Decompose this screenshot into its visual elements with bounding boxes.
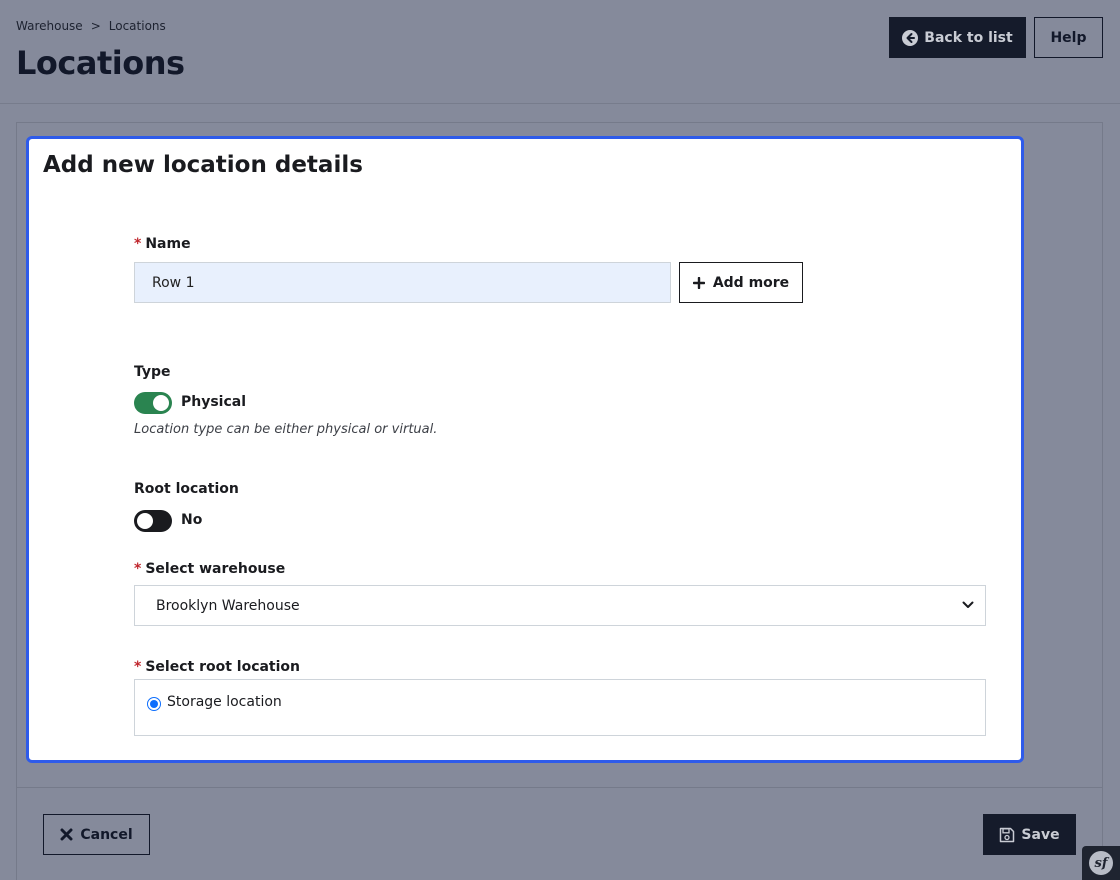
- back-to-list-button[interactable]: Back to list: [889, 17, 1026, 58]
- floppy-disk-icon: [1000, 827, 1015, 842]
- root-location-toggle-label: No: [181, 512, 203, 528]
- cancel-button[interactable]: Cancel: [43, 814, 150, 855]
- type-toggle-label: Physical: [181, 394, 247, 410]
- name-input[interactable]: [134, 262, 671, 303]
- storage-location-radio[interactable]: [147, 697, 161, 711]
- root-location-toggle[interactable]: [134, 510, 172, 532]
- page-header: Warehouse > Locations Locations Back to li…: [0, 0, 1120, 104]
- arrow-left-circle-icon: [902, 29, 919, 46]
- type-label: Type: [134, 364, 171, 380]
- save-label: Save: [1021, 826, 1060, 843]
- required-marker: *: [134, 659, 142, 675]
- breadcrumb-item-warehouse[interactable]: Warehouse: [16, 19, 83, 33]
- add-more-button[interactable]: Add more: [679, 262, 803, 303]
- type-help-text: Location type can be either physical or …: [134, 422, 438, 437]
- warehouse-select-value: Brooklyn Warehouse: [156, 597, 300, 614]
- toggle-knob: [153, 395, 169, 411]
- breadcrumb-item-locations[interactable]: Locations: [109, 19, 166, 33]
- name-label: * Name: [134, 236, 191, 252]
- root-location-label: Root location: [134, 481, 239, 497]
- breadcrumb-separator: >: [90, 19, 101, 33]
- plus-icon: [692, 276, 705, 289]
- footer-divider: [16, 787, 1103, 788]
- required-marker: *: [134, 236, 142, 252]
- form-title: Add new location details: [43, 152, 363, 178]
- toggle-knob: [137, 513, 153, 529]
- symfony-toolbar-toggle[interactable]: sf: [1082, 846, 1120, 880]
- location-form-card: Add new location details *Name Add more …: [26, 136, 1024, 763]
- type-toggle[interactable]: [134, 392, 172, 414]
- storage-location-radio-label[interactable]: Storage location: [167, 694, 282, 710]
- warehouse-select[interactable]: Brooklyn Warehouse: [134, 585, 986, 626]
- close-icon: [60, 828, 73, 841]
- breadcrumb: Warehouse > Locations: [16, 19, 166, 33]
- add-more-label: Add more: [712, 274, 790, 291]
- radio-selected-dot: [150, 700, 158, 708]
- back-to-list-label: Back to list: [924, 29, 1013, 46]
- root-location-options: Storage location: [134, 679, 986, 736]
- select-warehouse-label: * Select warehouse: [134, 561, 286, 577]
- required-marker: *: [134, 561, 142, 577]
- symfony-logo-icon: sf: [1089, 851, 1113, 875]
- select-root-location-label: * Select root location: [134, 659, 301, 675]
- chevron-down-icon: [962, 601, 974, 608]
- cancel-label: Cancel: [80, 826, 133, 843]
- help-button[interactable]: Help: [1034, 17, 1103, 58]
- save-button[interactable]: Save: [983, 814, 1076, 855]
- page-title: Locations: [16, 44, 185, 82]
